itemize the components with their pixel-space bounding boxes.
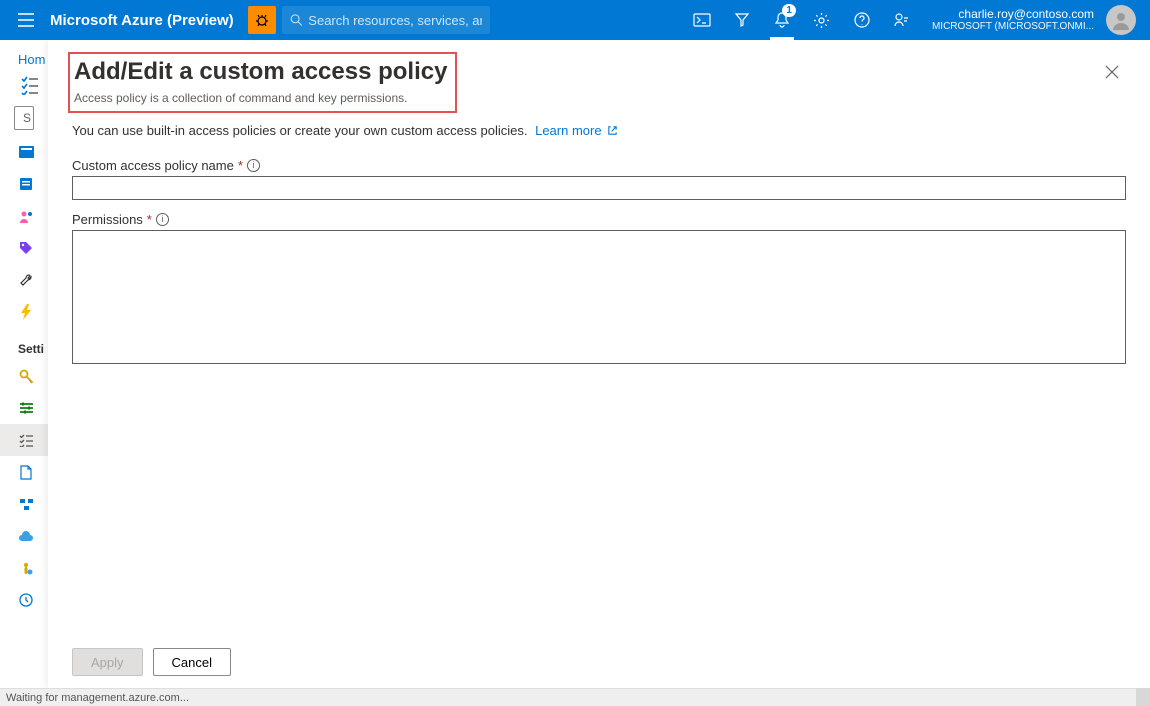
brand-title[interactable]: Microsoft Azure (Preview) bbox=[44, 12, 248, 29]
panel-subtitle: Access policy is a collection of command… bbox=[74, 91, 447, 105]
bug-icon bbox=[254, 12, 270, 28]
sidebar-item-data-persistence[interactable] bbox=[0, 520, 48, 552]
sidebar-item-identity[interactable] bbox=[0, 552, 48, 584]
info-icon[interactable]: i bbox=[247, 159, 260, 172]
status-text: Waiting for management.azure.com... bbox=[6, 692, 189, 704]
external-link-icon bbox=[607, 125, 618, 136]
tag-icon bbox=[19, 241, 33, 255]
feedback-button[interactable] bbox=[882, 0, 922, 40]
sidebar-item-access-control[interactable] bbox=[0, 200, 48, 232]
panel-header: Add/Edit a custom access policy Access p… bbox=[48, 40, 1150, 115]
account-info[interactable]: charlie.roy@contoso.com MICROSOFT (MICRO… bbox=[922, 8, 1100, 32]
checklist-small-icon bbox=[19, 434, 34, 447]
panel-title: Add/Edit a custom access policy bbox=[74, 58, 447, 87]
panel-body: You can use built-in access policies or … bbox=[48, 115, 1150, 636]
intro-text: You can use built-in access policies or … bbox=[72, 123, 527, 138]
people-icon bbox=[19, 210, 34, 223]
permissions-textarea[interactable] bbox=[72, 230, 1126, 364]
notifications-button[interactable]: 1 bbox=[762, 0, 802, 40]
document-icon bbox=[20, 465, 32, 480]
cancel-button[interactable]: Cancel bbox=[153, 648, 231, 676]
panel-title-highlight: Add/Edit a custom access policy Access p… bbox=[68, 52, 457, 113]
policy-name-input[interactable] bbox=[72, 176, 1126, 200]
required-indicator: * bbox=[238, 158, 243, 173]
cloud-icon bbox=[18, 531, 34, 542]
account-avatar[interactable] bbox=[1106, 5, 1136, 35]
clock-icon bbox=[19, 593, 33, 607]
breadcrumb-home[interactable]: Hom bbox=[18, 52, 45, 67]
sidebar-item-cluster-size[interactable] bbox=[0, 488, 48, 520]
sidebar-search-placeholder: S bbox=[23, 111, 31, 125]
apply-button[interactable]: Apply bbox=[72, 648, 143, 676]
overview-icon bbox=[19, 146, 34, 158]
cloud-shell-button[interactable] bbox=[682, 0, 722, 40]
field-label-name: Custom access policy name * i bbox=[72, 158, 1126, 173]
sidebar-item-scale[interactable] bbox=[0, 456, 48, 488]
activity-log-icon bbox=[19, 177, 33, 191]
gear-icon bbox=[813, 12, 830, 29]
directories-filter-button[interactable] bbox=[722, 0, 762, 40]
sidebar-item-overview[interactable] bbox=[0, 136, 48, 168]
global-search-input[interactable] bbox=[308, 13, 482, 28]
sidebar-item-custom-access-policies[interactable] bbox=[0, 424, 48, 456]
learn-more-link[interactable]: Learn more bbox=[535, 123, 618, 138]
browser-status-bar: Waiting for management.azure.com... bbox=[0, 688, 1136, 706]
panel-intro: You can use built-in access policies or … bbox=[72, 123, 1126, 138]
filter-icon bbox=[734, 12, 750, 28]
sidebar-item-events[interactable] bbox=[0, 296, 48, 328]
azure-top-bar: Microsoft Azure (Preview) 1 charlie.roy@… bbox=[0, 0, 1150, 40]
key-icon bbox=[19, 369, 34, 384]
sidebar-item-access-keys[interactable] bbox=[0, 360, 48, 392]
cluster-icon bbox=[19, 498, 34, 511]
person-icon bbox=[1111, 10, 1131, 30]
preview-bug-button[interactable] bbox=[248, 6, 276, 34]
required-indicator: * bbox=[147, 212, 152, 227]
sidebar-search[interactable]: S bbox=[14, 106, 34, 130]
sliders-icon bbox=[19, 402, 34, 414]
notification-count-badge: 1 bbox=[782, 4, 796, 17]
help-button[interactable] bbox=[842, 0, 882, 40]
panel-footer: Apply Cancel bbox=[48, 636, 1150, 688]
custom-access-policy-panel: Add/Edit a custom access policy Access p… bbox=[48, 40, 1150, 688]
lightning-icon bbox=[20, 304, 32, 320]
settings-button[interactable] bbox=[802, 0, 842, 40]
sidebar-item-tags[interactable] bbox=[0, 232, 48, 264]
global-search-box[interactable] bbox=[282, 6, 490, 34]
account-email: charlie.roy@contoso.com bbox=[958, 8, 1094, 21]
hamburger-icon bbox=[18, 13, 34, 27]
resource-title-icon bbox=[0, 70, 48, 100]
sidebar-item-diagnose[interactable] bbox=[0, 264, 48, 296]
scroll-corner bbox=[1136, 688, 1150, 706]
checklist-icon bbox=[20, 75, 40, 95]
wrench-icon bbox=[19, 273, 34, 288]
info-icon[interactable]: i bbox=[156, 213, 169, 226]
identity-icon bbox=[19, 561, 33, 575]
feedback-icon bbox=[893, 12, 910, 29]
sidebar-item-schedule-updates[interactable] bbox=[0, 584, 48, 616]
resource-sidebar: S Setti bbox=[0, 70, 48, 688]
close-panel-button[interactable] bbox=[1096, 56, 1128, 88]
help-icon bbox=[854, 12, 870, 28]
sidebar-item-activity-log[interactable] bbox=[0, 168, 48, 200]
sidebar-item-advanced-settings[interactable] bbox=[0, 392, 48, 424]
sidebar-section-settings: Setti bbox=[0, 328, 48, 360]
field-label-permissions: Permissions * i bbox=[72, 212, 1126, 227]
search-icon bbox=[290, 13, 303, 27]
close-icon bbox=[1105, 65, 1119, 79]
hamburger-menu-button[interactable] bbox=[8, 0, 44, 40]
cloud-shell-icon bbox=[693, 13, 711, 27]
account-tenant: MICROSOFT (MICROSOFT.ONMI... bbox=[932, 21, 1094, 32]
